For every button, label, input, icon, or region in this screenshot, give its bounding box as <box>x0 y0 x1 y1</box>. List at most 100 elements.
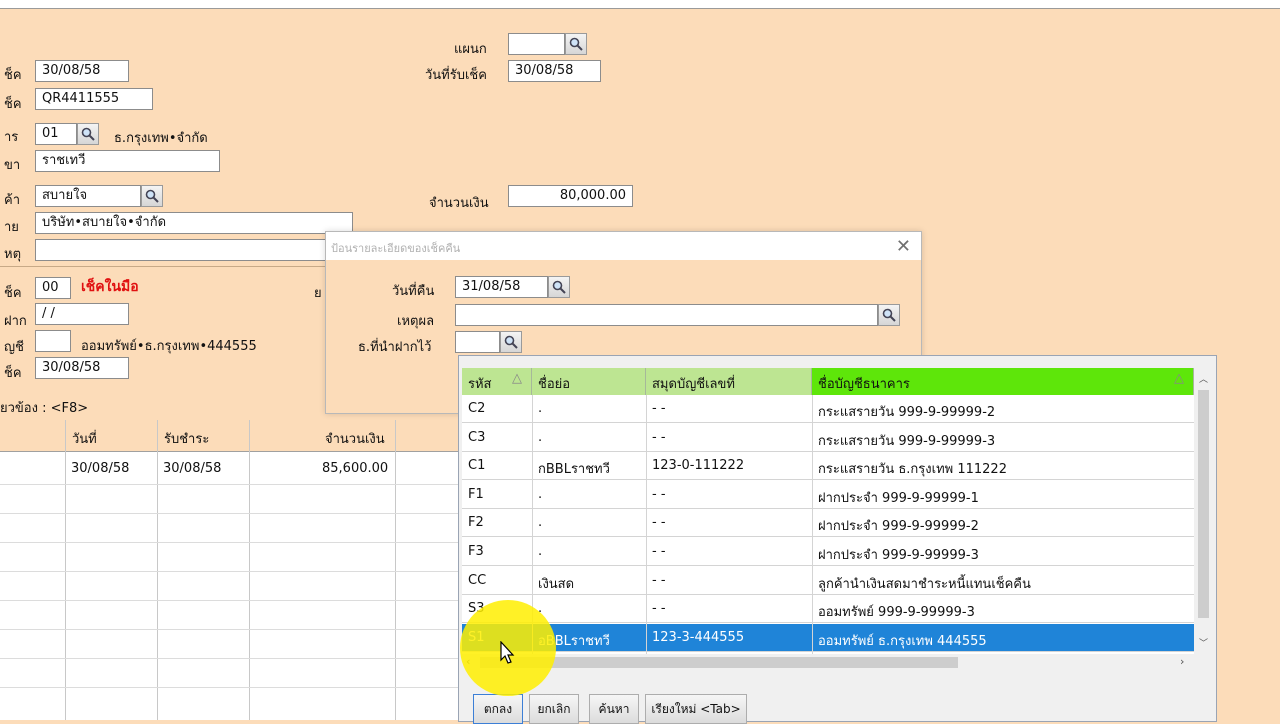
search-icon <box>504 335 518 349</box>
lookup-row[interactable]: S1อBBLราชทวี123-3-444555ออมทรัพย์ ธ.กรุง… <box>462 623 1194 652</box>
bank-label: าร <box>4 130 19 145</box>
bank-account-lookup: รหัส △ ชื่อย่อ สมุดบัญชีเลขที่ ชื่อบัญชี… <box>458 355 1217 724</box>
note-field[interactable] <box>35 239 330 261</box>
lookup-cell-name: ฝากประจำ 999-9-99999-3 <box>818 548 979 563</box>
lookup-row[interactable]: CC เงินสด - - ลูกค้านำเงินสดมาชำระหนี้แทนเช… <box>462 567 1194 595</box>
cheque-no-label: ช็ค <box>4 97 22 112</box>
search-icon <box>569 37 583 51</box>
customer-label: ค้า <box>4 193 20 208</box>
close-icon[interactable]: ✕ <box>896 236 911 257</box>
lookup-row[interactable]: S3. - - ออมทรัพย์ 999-9-99999-3 <box>462 595 1194 624</box>
window-top-border <box>0 0 1280 9</box>
grid-line <box>0 687 470 688</box>
lookup-cell-code: F2 <box>468 515 484 531</box>
lookup-col-code[interactable]: รหัส △ <box>462 368 532 395</box>
clear-date-label: ช็ค <box>4 366 22 381</box>
grid-line <box>646 395 647 665</box>
horizontal-scrollbar[interactable]: ‹ › <box>462 654 1194 671</box>
lookup-cell-short: . <box>538 486 543 502</box>
lookup-row[interactable]: C3. - - กระแสรายวัน 999-9-99999-3 <box>462 424 1194 452</box>
table-cell[interactable]: 85,600.00 <box>322 461 388 476</box>
lookup-cell-book: - - <box>652 601 666 617</box>
lookup-row[interactable]: C1 กBBLราชทวี 123-0-111222 กระแสรายวัน ธ.กร… <box>462 452 1194 481</box>
reason-search-button[interactable] <box>878 304 900 326</box>
lookup-cell-book: - - <box>652 401 666 416</box>
payment-table-header <box>0 420 470 452</box>
grid-line <box>157 420 158 720</box>
lookup-col-name[interactable]: ชื่อบัญชีธนาคาร △ <box>812 368 1194 395</box>
cheque-date-field[interactable]: 30/08/58 <box>35 60 129 82</box>
clear-date-field[interactable]: 30/08/58 <box>35 357 129 379</box>
lookup-grid: รหัส △ ชื่อย่อ สมุดบัญชีเลขที่ ชื่อบัญชี… <box>462 368 1194 665</box>
scrollbar-thumb[interactable] <box>1198 390 1209 618</box>
deposit-bank-label: ธ.ที่นำฝากไว้ <box>358 340 432 355</box>
payer-field[interactable]: บริษัท•สบายใจ•จำกัด <box>35 212 353 234</box>
lookup-row[interactable]: F1. - - ฝากประจำ 999-9-99999-1 <box>462 481 1194 509</box>
grid-line <box>249 420 250 720</box>
customer-search-button[interactable] <box>141 185 163 207</box>
table-cell[interactable]: 30/08/58 <box>163 461 221 476</box>
col-header-date: วันที่ <box>72 432 97 447</box>
lookup-row[interactable]: F3. - - ฝากประจำ 999-9-99999-3 <box>462 538 1194 566</box>
amount-field[interactable]: 80,000.00 <box>508 185 633 207</box>
lookup-cell-name: ออมทรัพย์ ธ.กรุงเทพ 444555 <box>818 633 987 649</box>
dialog-title: ป้อนรายละเอียดของเช็คคืน <box>331 242 461 255</box>
return-date-label: วันที่คืน <box>392 284 435 299</box>
return-date-button[interactable] <box>548 276 570 298</box>
lookup-row[interactable]: C2. - - กระแสรายวัน 999-9-99999-2 <box>462 395 1194 423</box>
scroll-down-icon[interactable]: ﹀ <box>1199 636 1208 649</box>
mouse-cursor-icon <box>500 641 515 664</box>
account-name: ออมทรัพย์•ธ.กรุงเทพ•444555 <box>81 339 257 354</box>
lookup-cell-book: - - <box>652 429 666 445</box>
lookup-col-short[interactable]: ชื่อย่อ <box>532 368 646 395</box>
lookup-cell-name: กระแสรายวัน ธ.กรุงเทพ 111222 <box>818 462 1007 478</box>
lookup-cell-name: กระแสรายวัน 999-9-99999-2 <box>818 405 996 420</box>
scroll-right-icon[interactable]: › <box>1180 655 1184 668</box>
lookup-cell-code: F3 <box>468 544 484 559</box>
col-header-received: รับชำระ <box>164 432 210 447</box>
bank-search-button[interactable] <box>77 123 99 145</box>
status-code-field[interactable]: 00 <box>35 277 71 299</box>
bank-code-field[interactable]: 01 <box>35 123 77 145</box>
sort-asc-icon: △ <box>512 371 522 386</box>
lookup-cell-short: . <box>538 515 543 531</box>
lookup-cell-code: CC <box>468 572 487 588</box>
cheque-no-field[interactable]: QR4411555 <box>35 88 153 110</box>
partial-label: ย <box>314 286 322 301</box>
search-icon <box>145 189 159 203</box>
grid-line <box>0 600 470 601</box>
lookup-cell-book: - - <box>652 486 666 502</box>
grid-line <box>0 513 470 514</box>
section-divider <box>0 266 330 267</box>
account-field[interactable] <box>35 330 71 352</box>
payment-table: วันที่ รับชำระ จำนวนเงิน 30/08/58 30/08/… <box>0 420 470 720</box>
cheque-date-label: ช็ค <box>4 68 22 83</box>
lookup-col-book-label: สมุดบัญชีเลขที่ <box>652 377 735 392</box>
lookup-row[interactable]: F2. - - ฝากประจำ 999-9-99999-2 <box>462 509 1194 538</box>
search-icon <box>882 308 896 322</box>
lookup-cell-short: เงินสด <box>538 576 575 592</box>
scroll-up-icon[interactable]: ︿ <box>1199 372 1208 385</box>
lookup-cell-short: . <box>538 429 543 445</box>
lookup-cell-book: - - <box>652 572 666 588</box>
deposit-date-field[interactable]: / / <box>35 303 129 325</box>
vertical-scrollbar[interactable]: ︿ ﹀ <box>1195 368 1212 654</box>
dialog-titlebar: ป้อนรายละเอียดของเช็คคืน ✕ <box>326 232 921 260</box>
return-date-field[interactable]: 31/08/58 <box>455 276 548 298</box>
receive-date-label: วันที่รับเช็ค <box>425 68 487 83</box>
lookup-col-name-label: ชื่อบัญชีธนาคาร <box>818 377 910 392</box>
grid-line <box>0 571 470 572</box>
branch-field[interactable]: ราชเทวี <box>35 150 220 172</box>
deposit-bank-field[interactable] <box>455 331 500 353</box>
grid-line <box>0 629 470 630</box>
dept-field[interactable] <box>508 33 565 55</box>
customer-field[interactable]: สบายใจ <box>35 185 141 207</box>
deposit-bank-search-button[interactable] <box>500 331 522 353</box>
lookup-cell-code: C1 <box>468 458 486 474</box>
lookup-col-book[interactable]: สมุดบัญชีเลขที่ <box>646 368 812 395</box>
dept-search-button[interactable] <box>565 33 587 55</box>
table-cell[interactable]: 30/08/58 <box>71 461 129 476</box>
bank-name: ธ.กรุงเทพ•จำกัด <box>114 131 208 146</box>
reason-field[interactable] <box>455 304 878 326</box>
receive-date-field[interactable]: 30/08/58 <box>508 60 601 82</box>
